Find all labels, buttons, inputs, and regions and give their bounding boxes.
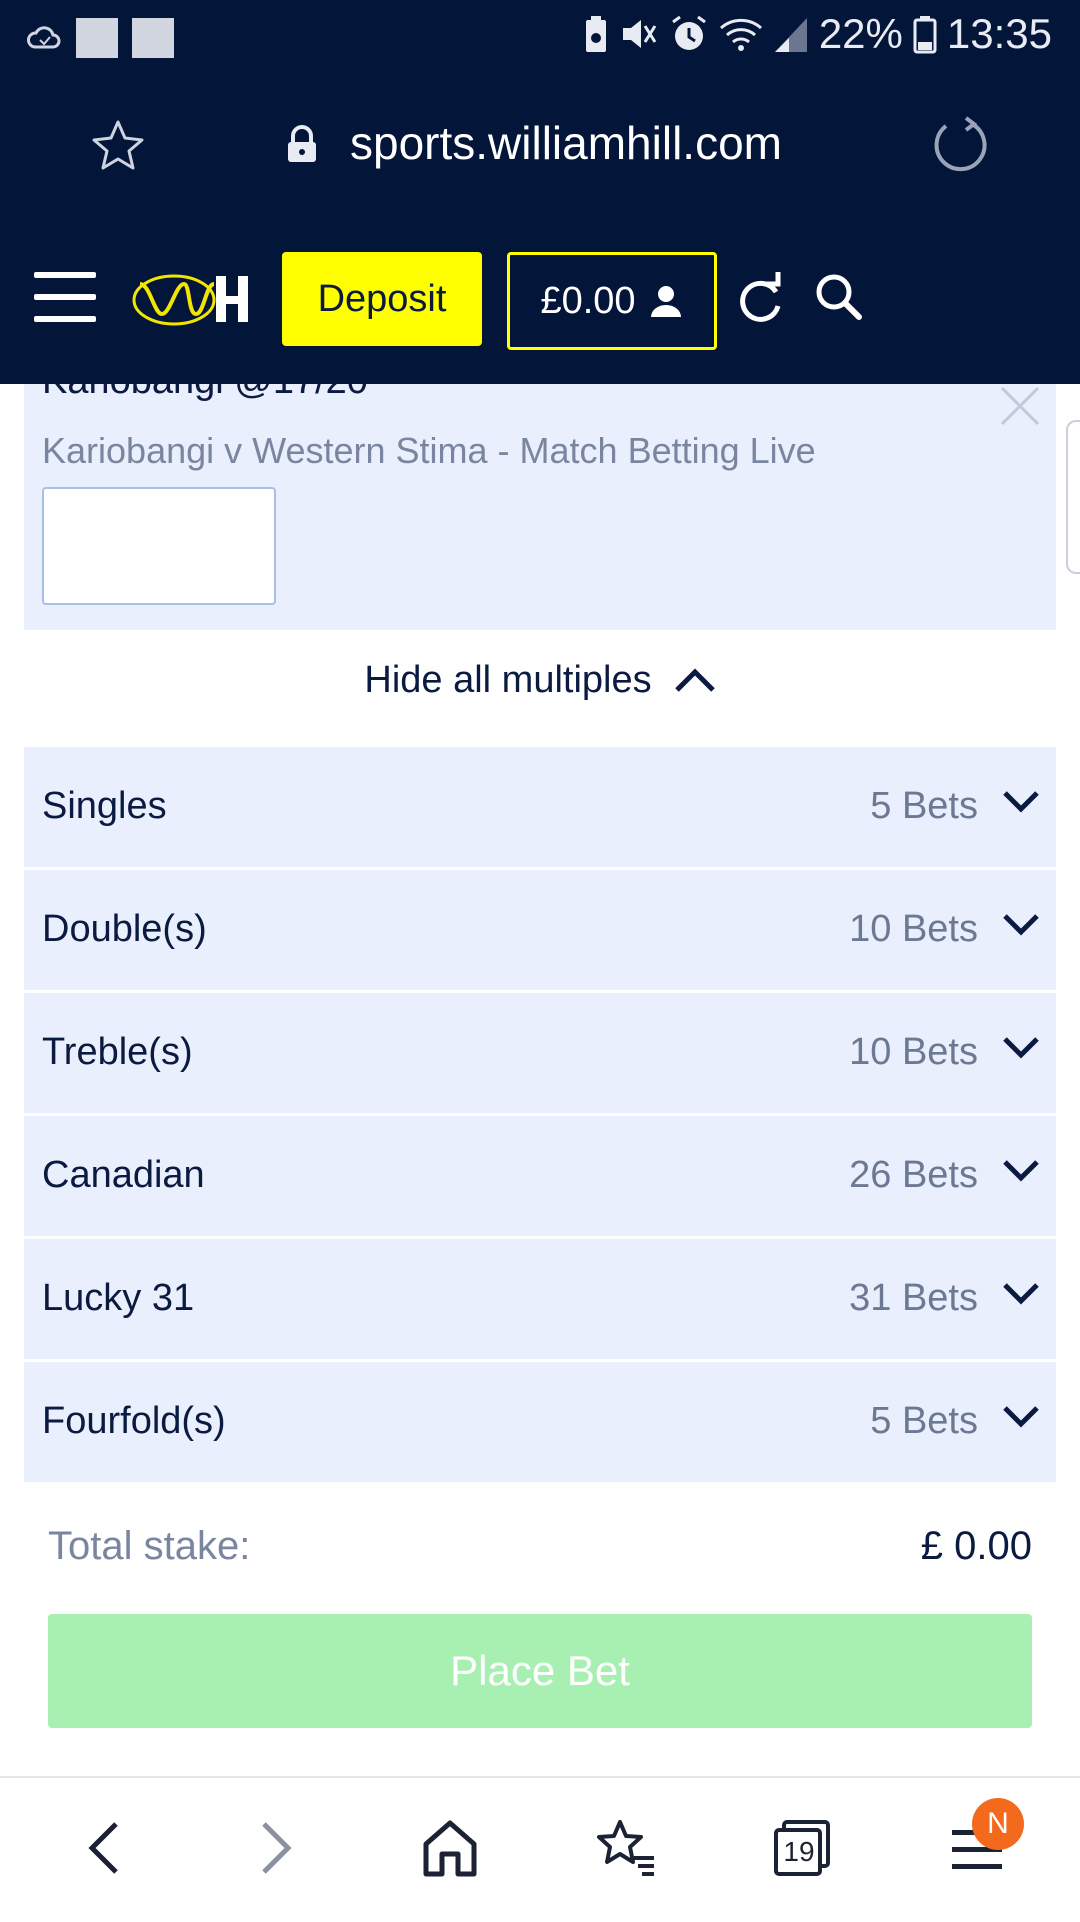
bet-row-singles[interactable]: Singles 5 Bets [24, 747, 1056, 867]
tabs-count: 19 [783, 1836, 815, 1867]
notification-icon [132, 18, 174, 58]
signal-icon [774, 18, 807, 52]
bet-row-canadian[interactable]: Canadian 26 Bets [24, 1116, 1056, 1236]
top-bar: 22% 13:35 sports.williamhill.com Deposit… [0, 0, 1080, 384]
url-text[interactable]: sports.williamhill.com [350, 116, 782, 170]
bet-row-fourfolds[interactable]: Fourfold(s) 5 Bets [24, 1362, 1056, 1482]
bet-type-name: Fourfold(s) [42, 1400, 226, 1442]
bet-type-name: Treble(s) [42, 1031, 193, 1073]
bet-count: 10 Bets [849, 1031, 978, 1073]
chevron-down-icon [1003, 1037, 1039, 1059]
chevron-down-icon [1003, 1406, 1039, 1428]
chevron-up-icon [674, 668, 715, 692]
bet-row-doubles[interactable]: Double(s) 10 Bets [24, 870, 1056, 990]
bet-type-list: Singles 5 Bets Double(s) 10 Bets Treble(… [24, 747, 1056, 1485]
battery-icon [913, 16, 937, 54]
browser-bottom-nav: 19 [0, 1776, 1080, 1922]
status-left [26, 18, 174, 58]
balance-account-button[interactable]: £0.00 [507, 252, 717, 350]
balance-amount: £0.00 [540, 279, 636, 322]
stake-input[interactable] [42, 487, 276, 605]
selection-title: Kariobangi @17/20 [42, 384, 368, 403]
chevron-down-icon [1003, 914, 1039, 936]
user-icon [650, 286, 681, 317]
bet-type-name: Lucky 31 [42, 1277, 195, 1319]
bet-row-lucky-31[interactable]: Lucky 31 31 Bets [24, 1239, 1056, 1359]
hide-multiples-label: Hide all multiples [364, 658, 652, 701]
home-icon[interactable] [422, 1818, 478, 1878]
bet-count: 5 Bets [870, 785, 978, 827]
close-icon[interactable] [998, 384, 1042, 428]
bookmarks-icon[interactable] [596, 1818, 658, 1878]
bet-count: 31 Bets [849, 1277, 978, 1319]
chevron-down-icon [1003, 1160, 1039, 1182]
selection-market: Kariobangi v Western Stima - Match Betti… [42, 430, 816, 471]
william-hill-logo[interactable] [130, 264, 256, 334]
chevron-down-icon [1003, 791, 1039, 813]
scroll-handle[interactable] [1066, 420, 1080, 574]
bookmark-star-icon[interactable] [90, 118, 146, 174]
status-bar: 22% 13:35 [0, 0, 1080, 80]
search-icon[interactable] [812, 270, 864, 322]
battery-saver-icon [585, 16, 606, 52]
clock: 13:35 [946, 10, 1052, 57]
wifi-icon [719, 18, 762, 51]
bet-count: 26 Bets [849, 1154, 978, 1196]
url-bar[interactable]: sports.williamhill.com [0, 100, 1080, 190]
chevron-down-icon [1003, 1283, 1039, 1305]
total-stake-row: Total stake: £ 0.00 [48, 1518, 1032, 1574]
total-stake-value: £ 0.00 [920, 1524, 1032, 1568]
bet-type-name: Singles [42, 785, 167, 827]
deposit-button[interactable]: Deposit [282, 252, 482, 346]
place-bet-button[interactable]: Place Bet [48, 1614, 1032, 1728]
total-stake-label: Total stake: [48, 1524, 251, 1568]
reload-icon[interactable] [930, 114, 990, 174]
forward-icon[interactable] [258, 1818, 298, 1878]
lock-icon [288, 125, 316, 162]
battery-percent: 22% [818, 10, 903, 57]
menu-notification-badge: N [972, 1798, 1024, 1850]
menu-button[interactable] [34, 272, 96, 322]
cloud-sync-icon [27, 26, 61, 49]
bet-count: 5 Bets [870, 1400, 978, 1442]
site-header: Deposit £0.00 [0, 250, 1080, 360]
bet-type-name: Canadian [42, 1154, 205, 1196]
status-right: 22% 13:35 [583, 10, 1052, 58]
bet-count: 10 Bets [849, 908, 978, 950]
mute-icon [622, 20, 657, 48]
bet-row-trebles[interactable]: Treble(s) 10 Bets [24, 993, 1056, 1113]
bet-selection-card: Kariobangi @17/20 Kariobangi v Western S… [24, 384, 1056, 630]
hide-multiples-toggle[interactable]: Hide all multiples [0, 650, 1080, 710]
alarm-icon [671, 15, 706, 50]
notification-icon [76, 18, 118, 58]
bet-type-name: Double(s) [42, 908, 207, 950]
refresh-balance-icon[interactable] [736, 272, 786, 326]
back-icon[interactable] [82, 1818, 122, 1878]
tabs-button[interactable]: 19 [772, 1818, 832, 1878]
